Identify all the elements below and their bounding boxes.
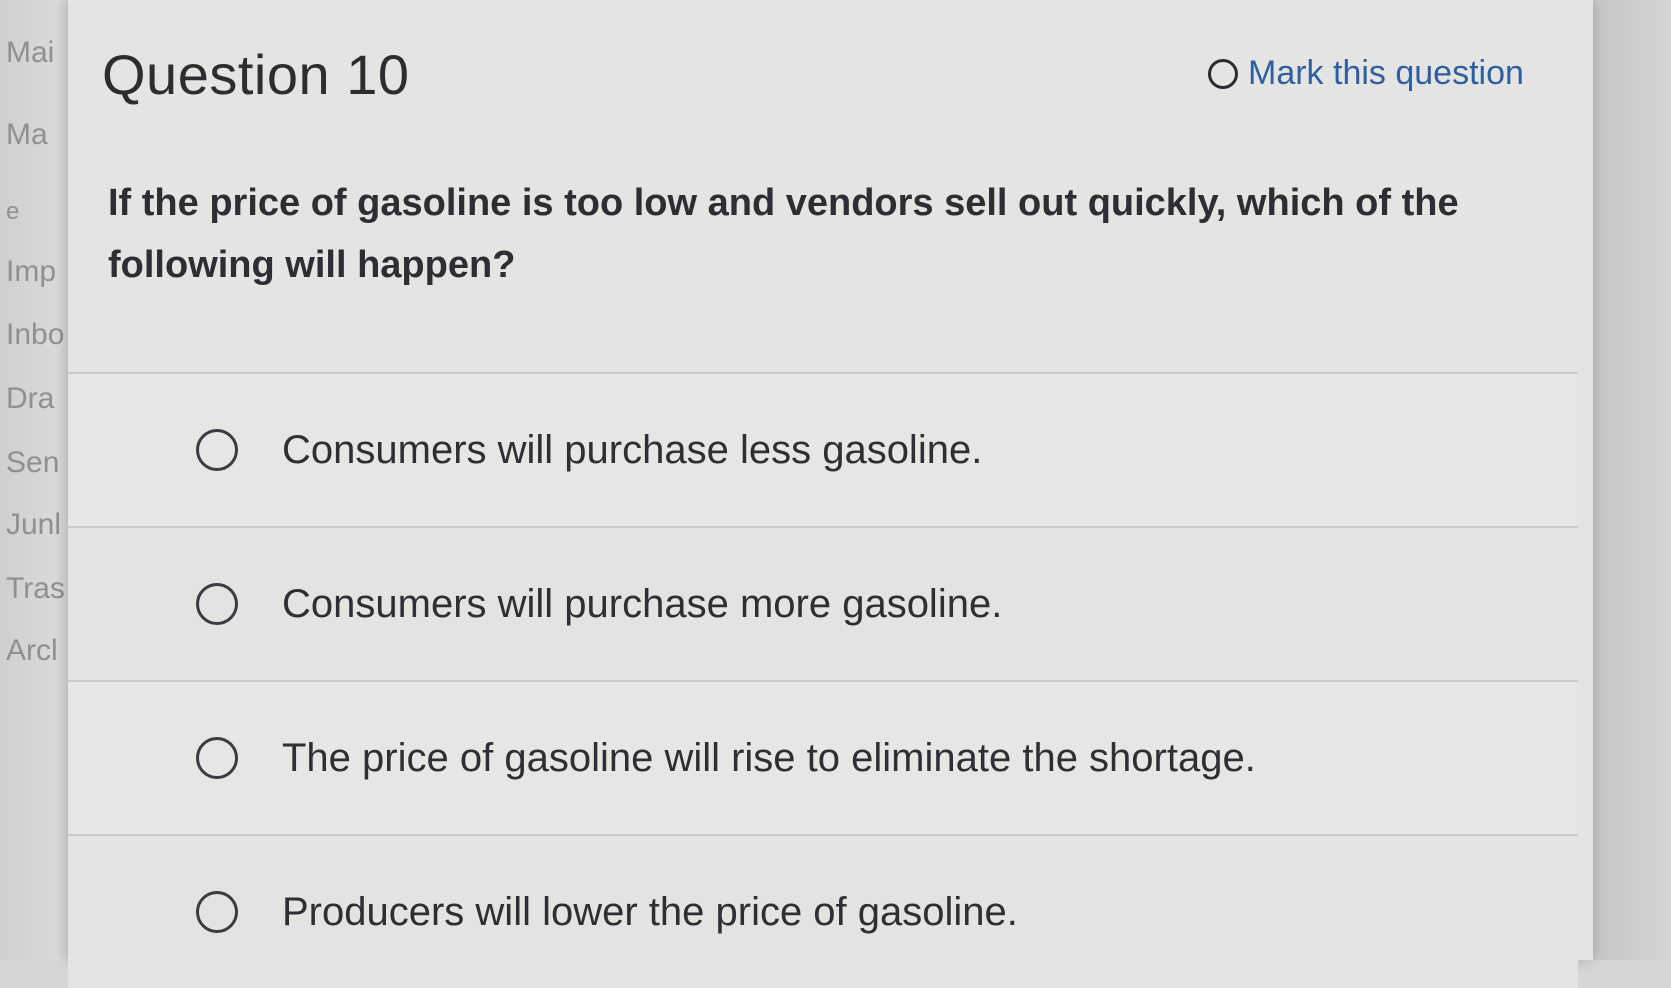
question-title: Question 10: [102, 43, 410, 106]
answer-option-label[interactable]: Consumers will purchase more gasoline.: [282, 582, 1002, 627]
sidebar-item-junk[interactable]: Junl: [6, 508, 72, 542]
mark-question-button[interactable]: Mark this question: [1208, 54, 1524, 93]
radio-circle-icon[interactable]: [196, 737, 238, 779]
question-text: If the price of gasoline is too low and …: [108, 182, 1459, 286]
answer-option-label[interactable]: Producers will lower the price of gasoli…: [282, 890, 1018, 935]
sidebar-item-inbox[interactable]: Inbo: [6, 318, 72, 352]
sidebar-item-ma[interactable]: Ma: [6, 118, 72, 152]
answer-option-3[interactable]: The price of gasoline will rise to elimi…: [68, 680, 1578, 834]
sidebar-item-sent[interactable]: Sen: [6, 446, 72, 480]
sidebar-item-archive[interactable]: Arcl: [6, 634, 72, 668]
mark-circle-icon[interactable]: [1208, 58, 1238, 89]
answer-option-1[interactable]: Consumers will purchase less gasoline.: [68, 372, 1578, 526]
quiz-question-panel: Question 10 Mark this question If the pr…: [68, 0, 1593, 988]
answer-option-label[interactable]: The price of gasoline will rise to elimi…: [282, 736, 1256, 781]
answer-option-2[interactable]: Consumers will purchase more gasoline.: [68, 526, 1578, 680]
sidebar-item-mail[interactable]: Mai: [6, 36, 72, 70]
sidebar-item-e[interactable]: e: [6, 198, 72, 226]
answer-options: Consumers will purchase less gasoline. C…: [68, 372, 1578, 988]
sidebar-item-drafts[interactable]: Dra: [6, 382, 72, 416]
radio-circle-icon[interactable]: [196, 583, 238, 625]
sidebar-item-trash[interactable]: Tras: [6, 572, 72, 606]
radio-circle-icon[interactable]: [196, 891, 238, 933]
answer-option-4[interactable]: Producers will lower the price of gasoli…: [68, 834, 1578, 988]
background-right-edge: [1593, 0, 1671, 960]
mark-question-label[interactable]: Mark this question: [1248, 54, 1524, 93]
answer-option-label[interactable]: Consumers will purchase less gasoline.: [282, 428, 982, 473]
radio-circle-icon[interactable]: [196, 429, 238, 471]
sidebar-item-important[interactable]: Imp: [6, 255, 72, 289]
